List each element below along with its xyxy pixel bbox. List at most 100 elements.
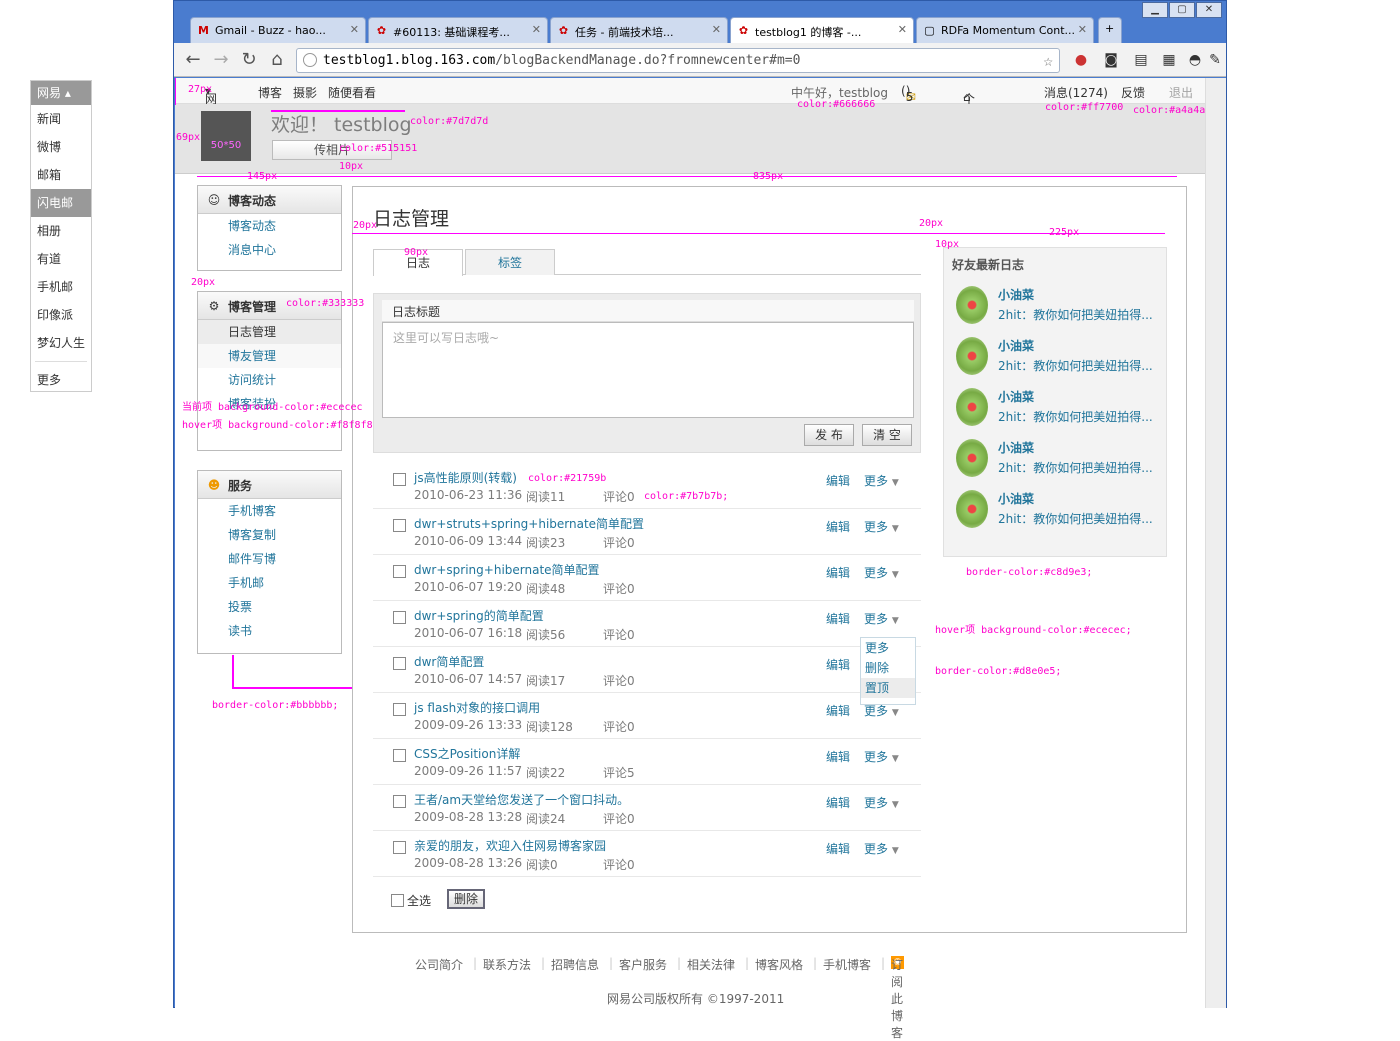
post-title-link[interactable]: js flash对象的接口调用 [414,699,540,716]
menu-item-more[interactable]: 更多 [31,366,91,394]
tab-gmail[interactable]: M Gmail - Buzz - hao... ✕ [190,17,366,43]
back-icon[interactable]: ← [182,49,204,71]
row-checkbox[interactable] [393,841,406,854]
sidebar-item-messages[interactable]: 消息中心 [198,238,341,262]
footer-link[interactable]: 招聘信息 [551,956,599,973]
feedback-link[interactable]: 反馈 [1121,84,1145,101]
post-comments[interactable]: 评论0 [603,488,635,505]
post-title-link[interactable]: dwr+spring+hibernate简单配置 [414,561,600,578]
sidebar-item-mobile-blog[interactable]: 手机博客 [198,499,341,523]
row-checkbox[interactable] [393,749,406,762]
close-icon[interactable]: ✕ [1078,23,1087,36]
sidebar-item-activity[interactable]: 博客动态 [198,214,341,238]
menu-header[interactable]: 网易 ▴ [31,81,91,105]
edit-link[interactable]: 编辑 [826,794,850,811]
sidebar-item-reading[interactable]: 读书 [198,619,341,643]
spy-icon[interactable]: ◓ [1186,51,1204,69]
footer-link[interactable]: 联系方法 [483,956,531,973]
more-link[interactable]: 更多 ▼ [864,472,899,489]
more-link[interactable]: 更多 ▼ [864,794,899,811]
sidebar-item-vote[interactable]: 投票 [198,595,341,619]
tab-task[interactable]: ✿ 任务 - 前端技术培... ✕ [550,17,728,43]
post-title-link[interactable]: CSS之Position详解 [414,745,520,762]
more-dropdown-toggle[interactable]: 更多 [861,638,915,658]
friend-post-title[interactable]: 2hit：教你如何把美妞拍得... [998,510,1153,527]
row-checkbox[interactable] [393,611,406,624]
post-comments[interactable]: 评论0 [603,626,635,643]
more-link[interactable]: 更多 ▼ [864,840,899,857]
logout-link[interactable]: 退出 [1169,84,1193,101]
close-icon[interactable]: ✕ [712,23,721,36]
nav-blog[interactable]: 博客 [258,84,282,101]
vertical-scrollbar[interactable] [1205,78,1226,1008]
notepad-icon[interactable]: ▤ [1132,51,1150,69]
sidebar-item-blog-copy[interactable]: 博客复制 [198,523,341,547]
nav-browse[interactable]: 随便看看 [328,84,376,101]
friend-post-title[interactable]: 2hit：教你如何把美妞拍得... [998,357,1153,374]
menu-item-yinxiangpai[interactable]: 印像派 [31,301,91,329]
close-icon[interactable]: ✕ [532,23,541,36]
post-title-link[interactable]: dwr+struts+spring+hibernate简单配置 [414,515,644,532]
friend-post-title[interactable]: 2hit：教你如何把美妞拍得... [998,306,1153,323]
post-title-link[interactable]: 亲爱的朋友，欢迎入住网易博客家园 [414,837,606,854]
menu-item-album[interactable]: 相册 [31,217,91,245]
friend-avatar[interactable] [956,337,988,375]
row-checkbox[interactable] [393,565,406,578]
wrench-icon[interactable]: ✎ [1206,51,1224,69]
more-link[interactable]: 更多 ▼ [864,748,899,765]
post-comments[interactable]: 评论0 [603,856,635,873]
post-title-link[interactable]: js高性能原则(转载) [414,469,517,486]
tab-course[interactable]: ✿ #60113: 基础课程考... ✕ [368,17,548,43]
reload-icon[interactable]: ↻ [238,49,260,71]
post-comments[interactable]: 评论0 [603,718,635,735]
menu-item-mail[interactable]: 邮箱 [31,161,91,189]
new-tab-button[interactable]: + [1098,17,1122,43]
row-checkbox[interactable] [393,473,406,486]
publish-button[interactable]: 发 布 [804,424,854,446]
tab-rdfa[interactable]: ▢ RDFa Momentum Cont... ✕ [916,17,1094,43]
footer-link[interactable]: 博客风格 [755,956,803,973]
camera-icon[interactable]: ◙ [1102,51,1120,69]
avatar[interactable]: 50*50 [201,111,251,161]
row-checkbox[interactable] [393,657,406,670]
close-icon[interactable]: ✕ [350,23,359,36]
post-title-link[interactable]: 王者/am天堂给您发送了一个窗口抖动。 [414,791,629,808]
footer-link[interactable]: 客户服务 [619,956,667,973]
nav-photo[interactable]: 摄影 [293,84,317,101]
friend-avatar[interactable] [956,439,988,477]
post-comments[interactable]: 评论5 [603,764,635,781]
edit-link[interactable]: 编辑 [826,702,850,719]
pin-option[interactable]: 置顶 [861,678,915,698]
post-body-textarea[interactable]: 这里可以写日志哦~ [382,322,914,418]
friend-avatar[interactable] [956,388,988,426]
row-checkbox[interactable] [393,703,406,716]
post-comments[interactable]: 评论0 [603,810,635,827]
friend-name[interactable]: 小油菜 [998,286,1034,303]
address-bar[interactable]: testblog1.blog.163.com/blogBackendManage… [296,48,1060,73]
bookmark-star-icon[interactable]: ☆ [1043,49,1053,72]
row-checkbox[interactable] [393,795,406,808]
post-comments[interactable]: 评论0 [603,534,635,551]
mail-count[interactable]: (✉ 5) [901,84,916,104]
sidebar-item-stats[interactable]: 访问统计 [198,368,341,392]
menu-item-youdao[interactable]: 有道 [31,245,91,273]
clear-button[interactable]: 清 空 [862,424,912,446]
sidebar-item-friends[interactable]: 博友管理 [198,344,341,368]
friend-name[interactable]: 小油菜 [998,388,1034,405]
edit-link[interactable]: 编辑 [826,472,850,489]
friend-post-title[interactable]: 2hit：教你如何把美妞拍得... [998,459,1153,476]
friend-post-title[interactable]: 2hit：教你如何把美妞拍得... [998,408,1153,425]
menu-item-weibo[interactable]: 微博 [31,133,91,161]
select-all[interactable]: 全选 [391,892,431,909]
more-link[interactable]: 更多 ▼ [864,518,899,535]
sidebar-item-posts[interactable]: 日志管理 [198,320,341,344]
tab-tags[interactable]: 标签 [465,249,555,275]
edit-link[interactable]: 编辑 [826,610,850,627]
delete-button[interactable]: 删除 [447,889,485,909]
edit-link[interactable]: 编辑 [826,518,850,535]
post-comments[interactable]: 评论0 [603,580,635,597]
edit-link[interactable]: 编辑 [826,656,850,673]
footer-link[interactable]: 手机博客 [823,956,871,973]
friend-name[interactable]: 小油菜 [998,490,1034,507]
post-title-link[interactable]: dwr简单配置 [414,653,484,670]
